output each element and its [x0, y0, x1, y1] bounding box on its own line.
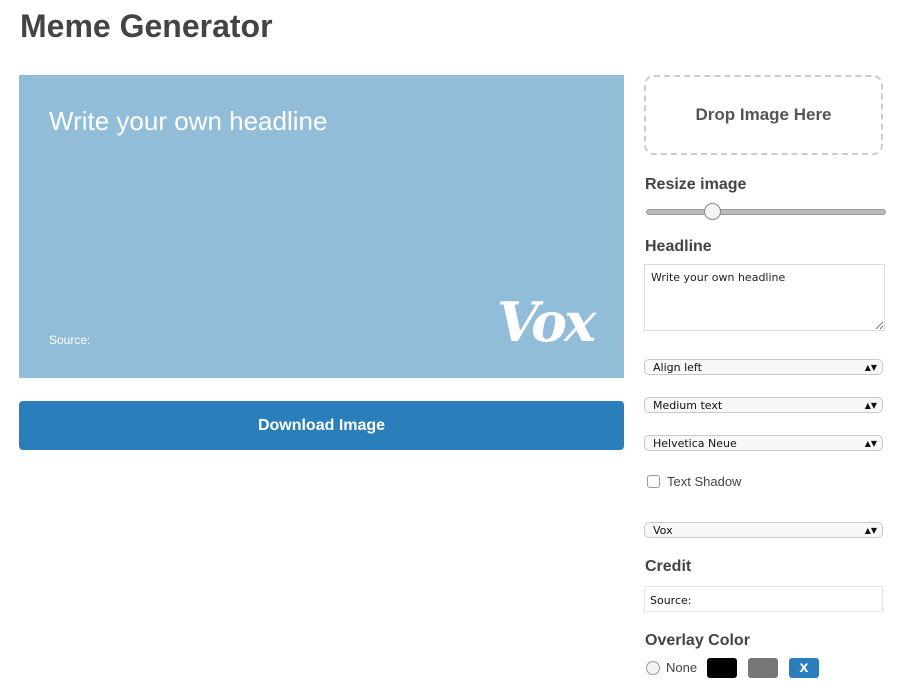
overlay-black-swatch[interactable] [707, 658, 737, 678]
size-select[interactable]: Medium text ▲▼ [644, 397, 883, 413]
page-title: Meme Generator [20, 8, 273, 44]
overlay-blue-swatch[interactable]: x [789, 658, 819, 678]
download-image-button[interactable]: Download Image [19, 401, 624, 450]
select-arrows-icon: ▲▼ [864, 526, 877, 535]
vox-logo: Vox [497, 290, 596, 354]
overlay-none-option[interactable]: None [646, 660, 697, 675]
canvas-headline: Write your own headline [49, 106, 328, 136]
overlay-none-radio[interactable] [646, 660, 660, 675]
watermark-select-value: Vox [653, 524, 673, 537]
align-select-value: Align left [653, 361, 702, 374]
overlay-color-label: Overlay Color [645, 632, 750, 649]
font-select-value: Helvetica Neue [653, 437, 737, 450]
credit-input[interactable]: Source: [644, 586, 883, 612]
overlay-gray-swatch[interactable] [748, 658, 778, 678]
resize-slider[interactable] [646, 209, 886, 215]
select-arrows-icon: ▲▼ [864, 439, 877, 448]
select-arrows-icon: ▲▼ [864, 401, 877, 410]
font-select[interactable]: Helvetica Neue ▲▼ [644, 435, 883, 451]
drop-image-zone[interactable]: Drop Image Here [644, 75, 883, 155]
text-shadow-label: Text Shadow [667, 474, 742, 489]
text-shadow-checkbox[interactable] [647, 475, 660, 488]
select-arrows-icon: ▲▼ [864, 363, 877, 372]
overlay-none-label: None [666, 660, 698, 675]
align-select[interactable]: Align left ▲▼ [644, 359, 883, 375]
resize-slider-thumb[interactable] [703, 203, 721, 220]
credit-label: Credit [645, 558, 692, 575]
selected-x-icon: x [799, 659, 809, 676]
resize-label: Resize image [645, 176, 747, 193]
canvas-source: Source: [49, 333, 91, 347]
size-select-value: Medium text [653, 399, 723, 412]
watermark-select[interactable]: Vox ▲▼ [644, 522, 883, 538]
text-shadow-option[interactable]: Text Shadow [647, 474, 741, 489]
headline-label: Headline [645, 238, 712, 255]
headline-input[interactable]: Write your own headline [644, 264, 885, 331]
meme-canvas: Write your own headline Source: Vox [19, 75, 624, 378]
